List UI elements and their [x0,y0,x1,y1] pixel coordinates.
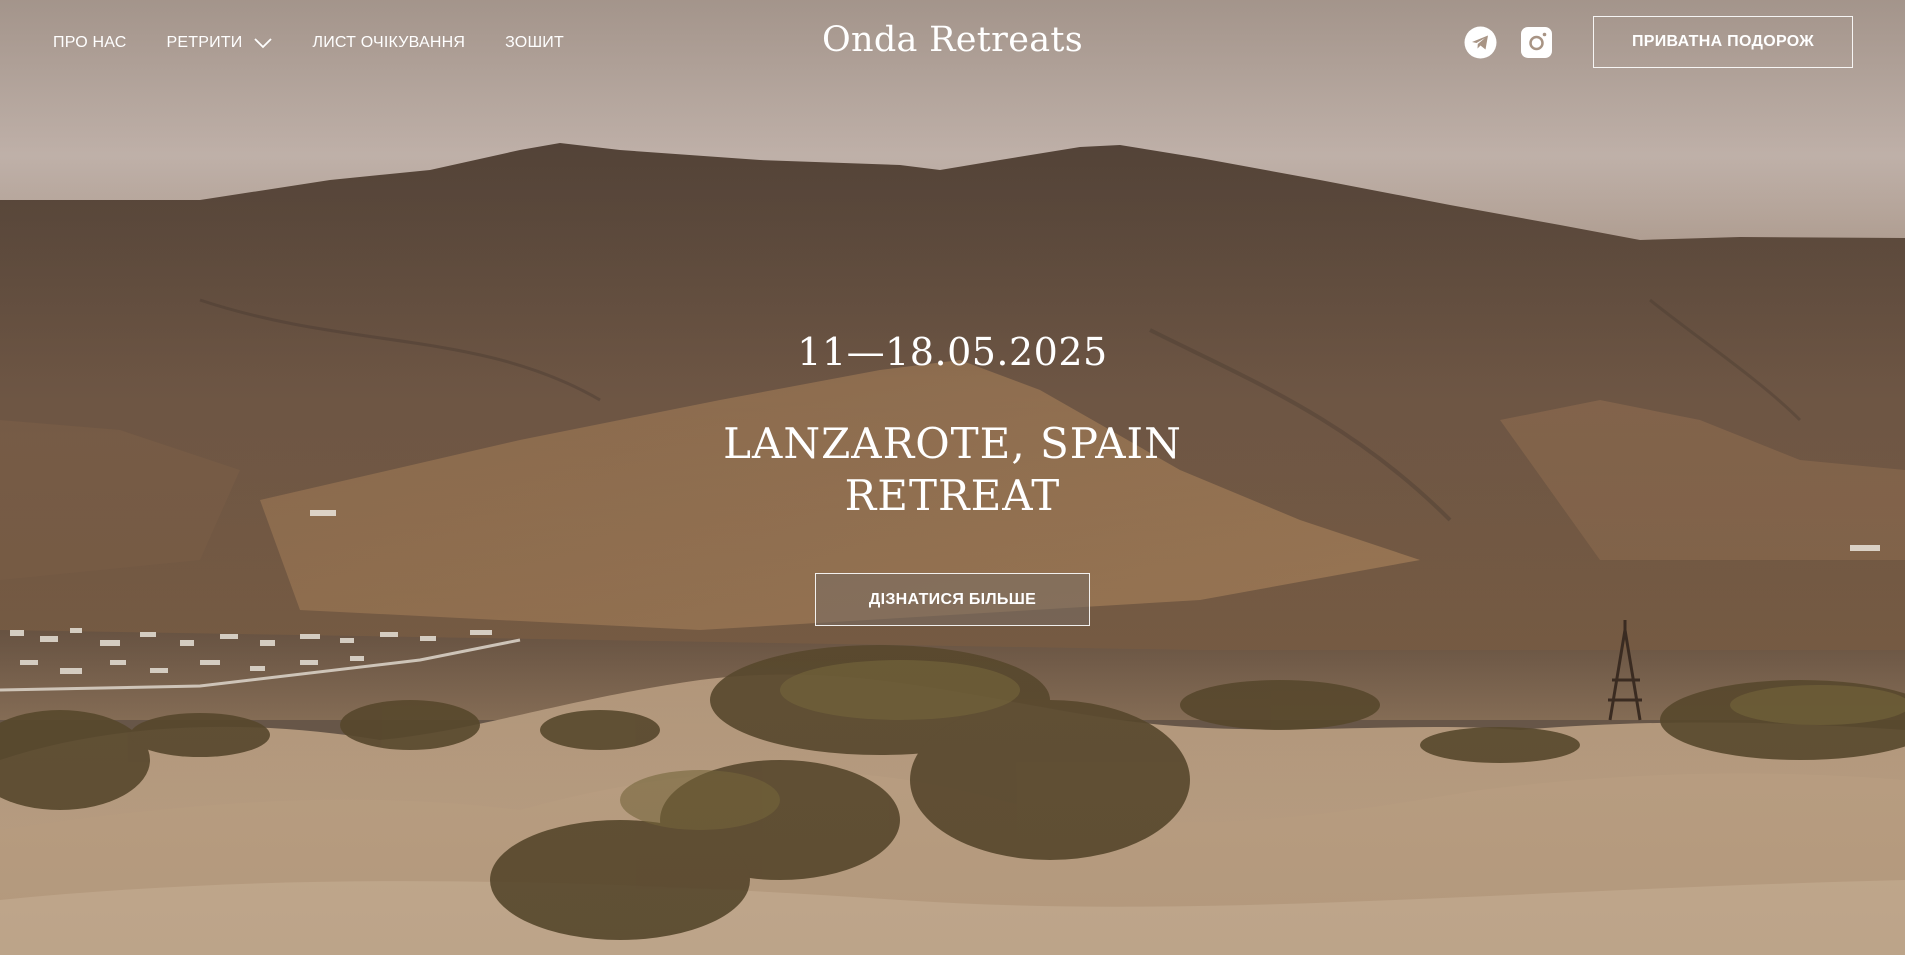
retreat-title-line2: RETREAT [844,471,1061,520]
instagram-link[interactable] [1520,26,1553,59]
brand-name: Onda Retreats [822,20,1083,60]
telegram-link[interactable] [1464,26,1497,59]
retreat-title-line1: LANZAROTE, SPAIN [723,419,1182,468]
learn-more-button[interactable]: ДІЗНАТИСЯ БІЛЬШЕ [815,573,1090,626]
private-trip-button[interactable]: ПРИВАТНА ПОДОРОЖ [1593,16,1853,68]
retreat-dates: 11—18.05.2025 [797,330,1108,374]
hero-section: ПРО НАС РЕТРИТИ ЛИСТ ОЧІКУВАННЯ ЗОШИТ On… [0,0,1905,955]
telegram-icon [1464,26,1497,59]
site-header: ПРО НАС РЕТРИТИ ЛИСТ ОЧІКУВАННЯ ЗОШИТ On… [0,0,1905,86]
retreat-title: LANZAROTE, SPAIN RETREAT [0,418,1905,522]
instagram-icon [1521,27,1552,58]
